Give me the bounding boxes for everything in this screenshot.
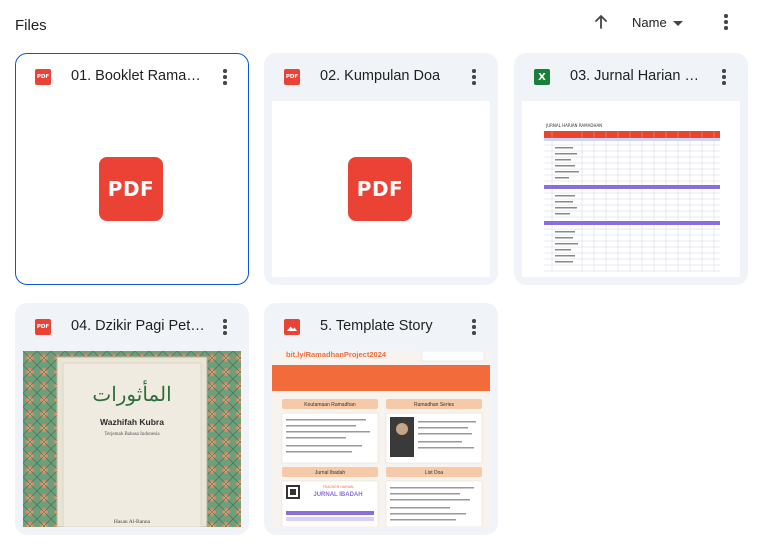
pdf-icon: PDF (35, 319, 51, 335)
more-vert-icon (472, 69, 476, 85)
pdf-icon: PDF (99, 157, 163, 221)
file-more-button[interactable] (215, 315, 235, 339)
view-options-button[interactable] (717, 11, 735, 33)
cover-title: Wazhifah Kubra (100, 417, 164, 427)
more-vert-icon (722, 69, 726, 85)
file-more-button[interactable] (464, 315, 484, 339)
cover-subtitle: Terjemah Bahasa Indonesia (104, 432, 160, 437)
file-thumbnail: المأثورات Wazhifah Kubra Terjemah Bahasa… (23, 351, 241, 527)
book-cover-preview: المأثورات Wazhifah Kubra Terjemah Bahasa… (23, 351, 241, 527)
story-journal-title: JURNAL IBADAH (313, 492, 362, 498)
section-title: Files (15, 17, 47, 34)
arabic-title: المأثورات (92, 380, 171, 406)
file-thumbnail: PDF (23, 101, 241, 277)
image-glyph-icon (287, 326, 297, 331)
story-link: bit.ly/RamadhanProject2024 (286, 351, 387, 359)
sort-direction-button[interactable] (590, 11, 612, 33)
pdf-icon: PDF (284, 69, 300, 85)
file-card[interactable]: X 03. Jurnal Harian Ramadhan JURNAL HARI… (514, 53, 748, 285)
file-card[interactable]: PDF 02. Kumpulan Doa PDF (264, 53, 498, 285)
file-card[interactable]: 5. Template Story bit.ly/RamadhanProject… (264, 303, 498, 535)
pdf-icon: PDF (348, 157, 412, 221)
caret-down-icon (672, 20, 683, 26)
file-thumbnail: PDF (272, 101, 490, 277)
file-more-button[interactable] (464, 65, 484, 89)
story-journal-sub: TRACKER HARIAN (323, 485, 354, 489)
arrow-up-icon (595, 15, 607, 29)
image-icon (284, 319, 300, 335)
more-vert-icon (472, 319, 476, 335)
file-more-button[interactable] (215, 65, 235, 89)
file-thumbnail: JURNAL HARIAN RAMADHAN (522, 101, 740, 277)
file-name: 5. Template Story (320, 318, 433, 334)
file-name: 03. Jurnal Harian Ramadhan (570, 68, 705, 84)
sort-by-label: Name (632, 14, 667, 30)
story-section-3: Jurnal Ibadah (315, 470, 346, 476)
story-section-4: List Doa (425, 470, 444, 476)
file-more-button[interactable] (714, 65, 734, 89)
story-section-2: Ramadhan Series (414, 402, 455, 408)
cover-author: Hasan Al-Banna (114, 519, 151, 525)
file-card[interactable]: PDF 04. Dzikir Pagi Petang المأثورات Waz… (15, 303, 249, 535)
file-name: 04. Dzikir Pagi Petang (71, 318, 206, 334)
spreadsheet-icon: X (534, 69, 550, 85)
sort-by-button[interactable]: Name (632, 12, 683, 32)
file-card[interactable]: PDF 01. Booklet Ramadhan PDF (15, 53, 249, 285)
file-thumbnail: bit.ly/RamadhanProject2024 Keutamaan Ram… (272, 351, 490, 527)
file-name: 01. Booklet Ramadhan (71, 68, 206, 84)
file-name: 02. Kumpulan Doa (320, 68, 441, 84)
sheet-title: JURNAL HARIAN RAMADHAN (545, 123, 602, 128)
more-vert-icon (223, 69, 227, 85)
more-vert-icon (724, 14, 728, 30)
more-vert-icon (223, 319, 227, 335)
story-section-1: Keutamaan Ramadhan (304, 402, 356, 408)
story-template-preview: bit.ly/RamadhanProject2024 Keutamaan Ram… (272, 351, 490, 527)
pdf-icon: PDF (35, 69, 51, 85)
spreadsheet-preview: JURNAL HARIAN RAMADHAN (522, 101, 740, 277)
